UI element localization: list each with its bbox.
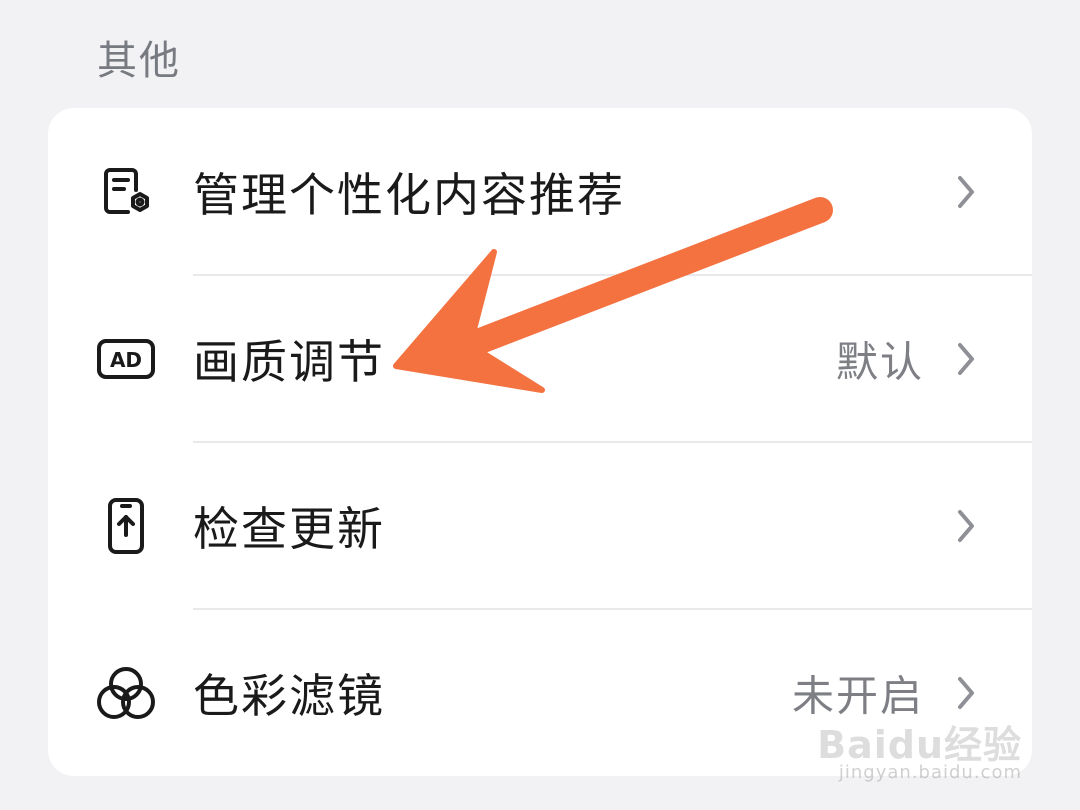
row-label-picture-quality: 画质调节 <box>193 334 385 389</box>
color-circles-icon <box>96 663 156 723</box>
phone-upload-icon <box>96 496 156 556</box>
chevron-right-icon <box>952 673 980 713</box>
row-check-update[interactable]: 检查更新 <box>48 442 1032 609</box>
chevron-right-icon <box>952 339 980 379</box>
chevron-right-icon <box>952 506 980 546</box>
document-settings-icon <box>96 162 156 222</box>
settings-card: 管理个性化内容推荐 AD 画质调节 默认 检查更新 色彩滤镜 未开启 <box>48 108 1032 776</box>
row-color-filter[interactable]: 色彩滤镜 未开启 <box>48 609 1032 776</box>
row-value-picture-quality: 默认 <box>835 337 924 386</box>
ad-icon: AD <box>96 329 156 389</box>
section-header-other: 其他 <box>97 38 181 84</box>
row-picture-quality[interactable]: AD 画质调节 默认 <box>48 275 1032 442</box>
row-personalized-content[interactable]: 管理个性化内容推荐 <box>48 108 1032 275</box>
row-value-color-filter: 未开启 <box>791 671 924 720</box>
row-label-color-filter: 色彩滤镜 <box>193 668 385 723</box>
row-label-check-update: 检查更新 <box>193 501 385 556</box>
ad-icon-text: AD <box>110 348 142 372</box>
chevron-right-icon <box>952 172 980 212</box>
row-label-personalized-content: 管理个性化内容推荐 <box>193 167 625 222</box>
